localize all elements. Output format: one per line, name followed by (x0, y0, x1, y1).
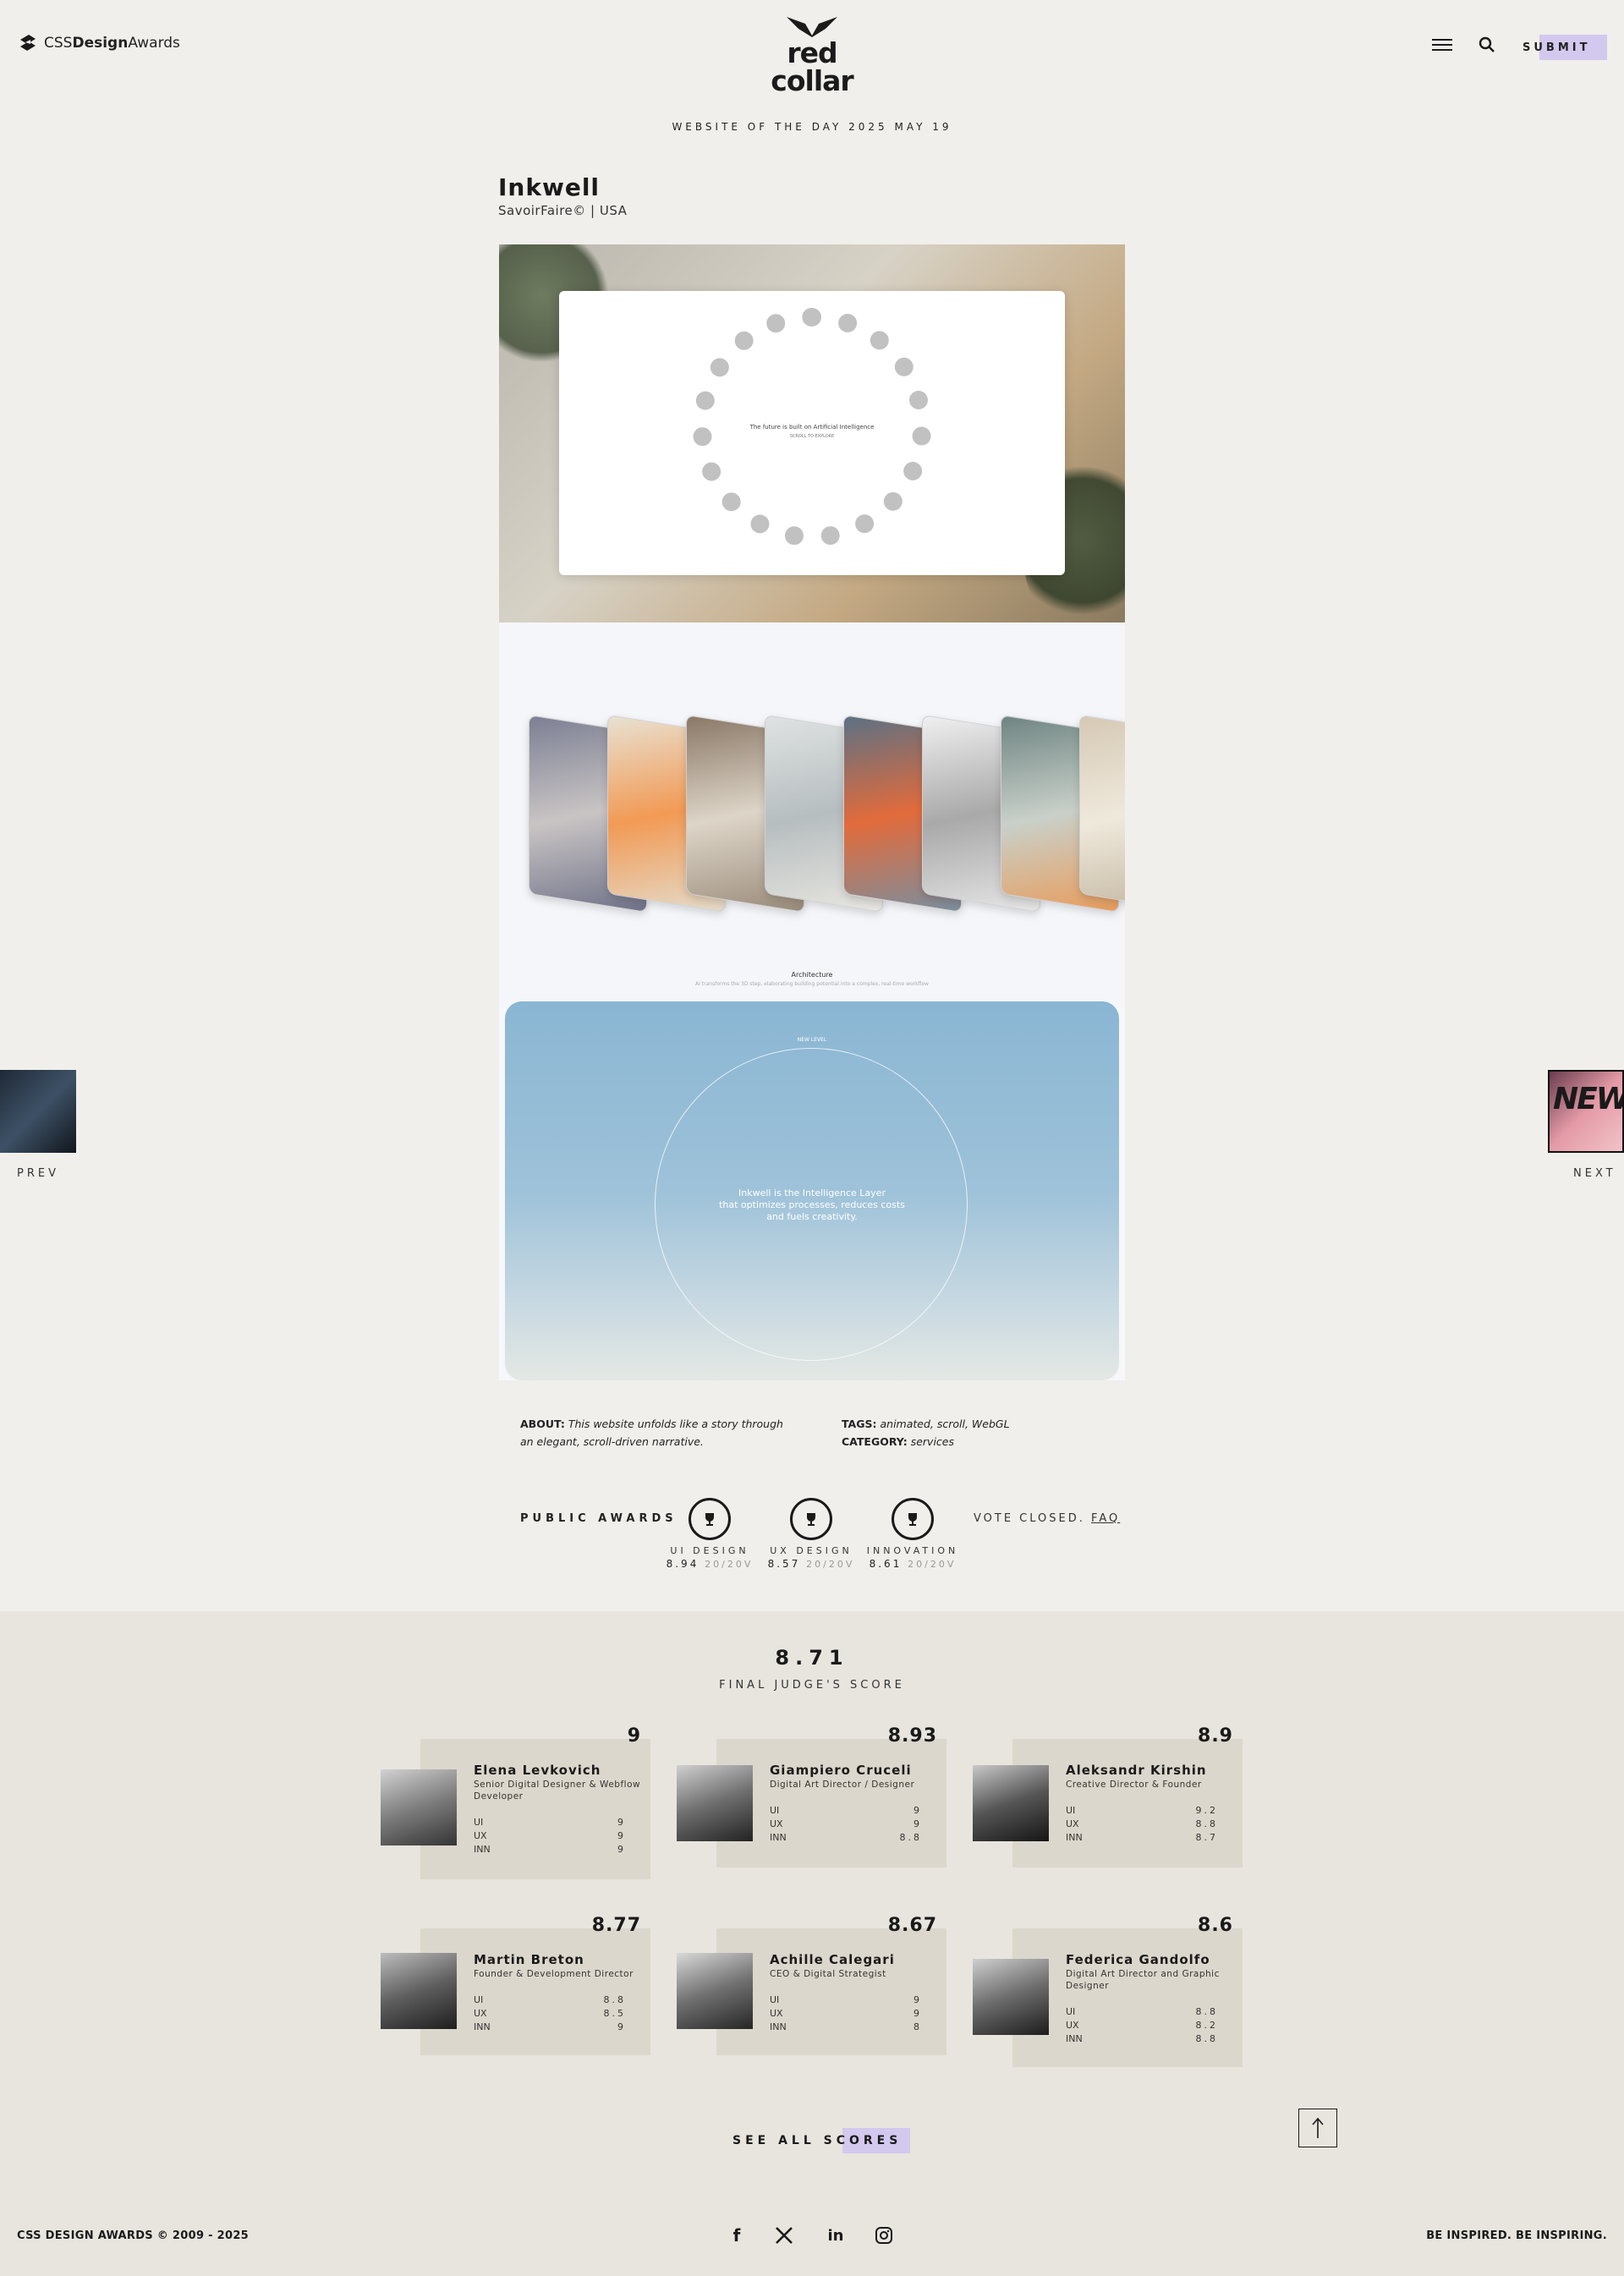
judge-card[interactable]: 8.77 Martin Breton Founder & Development… (381, 1915, 668, 2055)
website-of-the-day-label: WEBSITE OF THE DAY 2025 MAY 19 (672, 121, 952, 133)
vote-status: VOTE CLOSED. FAQ (974, 1512, 1121, 1525)
blue-section-small-label: NEW LEVEL (797, 1037, 827, 1043)
instagram-icon[interactable] (873, 2224, 895, 2246)
facebook-icon[interactable]: f (726, 2224, 748, 2246)
cssda-logo-icon (20, 35, 36, 51)
hero-card: The future is built on Artificial Intell… (559, 291, 1065, 575)
judge-role: Founder & Development Director (474, 1969, 634, 1979)
judge-avatar (973, 1959, 1049, 2035)
hero-ring-sub: SCROLL TO EXPLORE (789, 434, 835, 439)
see-all-scores-button[interactable]: SEE ALL SCORES (732, 2128, 910, 2153)
search-icon[interactable] (1479, 36, 1495, 53)
see-all-label: SEE ALL SCORES (732, 2134, 903, 2147)
cssda-logo[interactable]: CSSDesignAwards (17, 32, 180, 54)
submit-button[interactable]: SUBMIT (1522, 35, 1607, 60)
final-judge-score: 8.71 (775, 1646, 849, 1670)
category: CATEGORY: services (842, 1435, 955, 1448)
judge-name: Martin Breton (474, 1952, 584, 1967)
judge-scores: UI 9 UX 9 INN 8 (770, 1994, 922, 2032)
tags: TAGS: animated, scroll, WebGL (842, 1418, 1010, 1430)
judge-card[interactable]: 8.6 Federica Gandolfo Digital Art Direct… (973, 1915, 1260, 2067)
award-ui-design: UI DESIGN 8.94 20/20V (659, 1498, 760, 1570)
site-screenshot[interactable]: The future is built on Artificial Intell… (499, 244, 1125, 1380)
award-label: INNOVATION (866, 1545, 959, 1556)
judge-scores: UI 9.2 UX 8.8 INN 8.7 (1066, 1805, 1218, 1843)
next-thumb-text: NEW (1553, 1082, 1624, 1116)
prev-link[interactable]: PREV (17, 1167, 59, 1180)
judge-role: Digital Art Director and Graphic Designe… (1066, 1969, 1220, 1991)
final-judge-score-label: FINAL JUDGE'S SCORE (719, 1679, 905, 1692)
menu-icon[interactable] (1432, 39, 1452, 51)
judge-name: Giampiero Cruceli (770, 1763, 912, 1778)
judge-avatar (677, 1765, 753, 1841)
trophy-icon (790, 1498, 832, 1540)
judge-name: Aleksandr Kirshin (1066, 1763, 1207, 1778)
judge-avatar (381, 1769, 457, 1845)
judge-role: Creative Director & Founder (1066, 1780, 1202, 1790)
judge-name: Achille Calegari (770, 1952, 895, 1967)
judge-score: 8.93 (887, 1725, 937, 1747)
judge-card[interactable]: 8.67 Achille Calegari CEO & Digital Stra… (677, 1915, 964, 2055)
judge-avatar (677, 1953, 753, 2029)
screenshot-hero-section: The future is built on Artificial Intell… (499, 244, 1125, 622)
judge-scores: UI 8.8 UX 8.5 INN 9 (474, 1994, 626, 2032)
arrow-up-icon (1312, 2117, 1324, 2138)
linkedin-icon[interactable]: in (825, 2224, 847, 2246)
x-icon[interactable] (773, 2224, 795, 2246)
footer-tagline: BE INSPIRED. BE INSPIRING. (1426, 2229, 1607, 2242)
award-ux-design: UX DESIGN 8.57 20/20V (760, 1498, 862, 1570)
judge-name: Elena Levkovich (474, 1763, 601, 1778)
next-site-thumbnail[interactable]: NEW (1548, 1070, 1624, 1153)
about-text: ABOUT: This website unfolds like a story… (520, 1418, 783, 1448)
image-panel (1079, 714, 1125, 913)
judge-score: 8.77 (591, 1915, 641, 1936)
trophy-icon (689, 1498, 731, 1540)
judge-scores: UI 8.8 UX 8.2 INN 8.8 (1066, 2006, 1218, 2044)
blue-section-text: Inkwell is the Intelligence Layer that o… (719, 1187, 905, 1222)
sponsor-name: red collar (771, 36, 853, 97)
judge-scores: UI 9 UX 9 INN 9 (474, 1817, 626, 1855)
award-label: UX DESIGN (770, 1545, 853, 1556)
award-innovation: INNOVATION 8.61 20/20V (862, 1498, 963, 1570)
award-score: 8.61 20/20V (869, 1558, 957, 1570)
prev-site-thumbnail[interactable] (0, 1070, 76, 1153)
trophy-icon (892, 1498, 934, 1540)
judge-avatar (381, 1953, 457, 2029)
judge-card[interactable]: 9 Elena Levkovich Senior Digital Designe… (381, 1725, 668, 1879)
judge-card[interactable]: 8.9 Aleksandr Kirshin Creative Director … (973, 1725, 1260, 1867)
footer-copyright: CSS DESIGN AWARDS © 2009 - 2025 (17, 2229, 250, 2242)
panel-caption-sub: AI transforms the 3D step, elaborating b… (695, 981, 929, 987)
screenshot-blue-section: NEW LEVEL Inkwell is the Intelligence La… (505, 1001, 1119, 1380)
judge-avatar (973, 1765, 1049, 1841)
site-meta[interactable]: SavoirFaire© | USA (498, 203, 627, 218)
judge-score: 8.67 (887, 1915, 937, 1936)
panel-caption: Architecture (791, 971, 833, 979)
faq-link[interactable]: FAQ (1091, 1512, 1120, 1525)
hero-ring-text: The future is built on Artificial Intell… (749, 424, 875, 431)
wings-icon (787, 17, 837, 37)
judge-score: 8.6 (1198, 1915, 1233, 1936)
judge-name: Federica Gandolfo (1066, 1952, 1210, 1967)
judge-scores: UI 9 UX 9 INN 8.8 (770, 1805, 922, 1843)
judge-role: Senior Digital Designer & Webflow Develo… (474, 1780, 641, 1802)
judge-score: 9 (627, 1725, 641, 1747)
page-title: Inkwell (498, 173, 601, 201)
submit-label: SUBMIT (1522, 41, 1591, 54)
judge-card[interactable]: 8.93 Giampiero Cruceli Digital Art Direc… (677, 1725, 964, 1867)
sponsor-logo[interactable]: red collar (748, 15, 876, 95)
screenshot-panels-section: Architecture AI transforms the 3D step, … (499, 622, 1125, 1001)
judge-role: Digital Art Director / Designer (770, 1780, 915, 1790)
award-label: UI DESIGN (670, 1545, 749, 1556)
judge-score: 8.9 (1198, 1725, 1233, 1747)
back-to-top-button[interactable] (1298, 2109, 1337, 2147)
award-score: 8.57 20/20V (767, 1558, 855, 1570)
public-awards-label: PUBLIC AWARDS (520, 1512, 678, 1525)
cssda-logo-text: CSSDesignAwards (44, 35, 180, 52)
judge-role: CEO & Digital Strategist (770, 1969, 886, 1979)
award-score: 8.94 20/20V (666, 1558, 754, 1570)
next-link[interactable]: NEXT (1573, 1167, 1616, 1180)
